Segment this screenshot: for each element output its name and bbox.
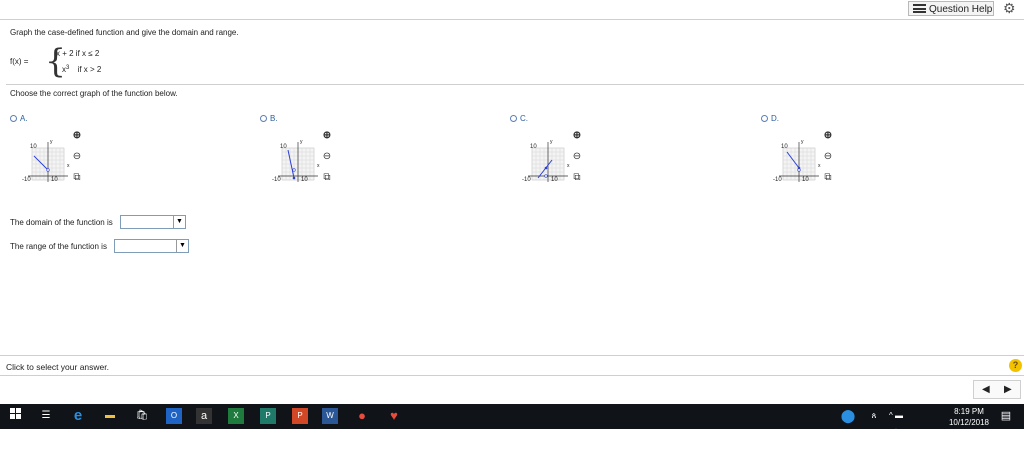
option-label: B.	[270, 114, 278, 123]
file-explorer-icon[interactable]: ▬	[102, 408, 118, 424]
question-divider	[6, 84, 1024, 85]
radio-icon[interactable]	[510, 115, 517, 122]
x-axis-left-label: -10	[773, 177, 782, 183]
header-divider	[0, 19, 1024, 20]
option-c-radio[interactable]: C.	[510, 114, 528, 123]
list-icon	[913, 4, 926, 13]
choose-instruction: Choose the correct graph of the function…	[10, 89, 178, 98]
x-axis-right-label: 10	[551, 177, 558, 183]
range-label: The range of the function is	[10, 242, 107, 251]
help-icon[interactable]: ?	[1009, 359, 1022, 372]
chrome-icon[interactable]: ●	[354, 408, 370, 424]
y-axis-tick-label: 10	[280, 144, 287, 150]
y-axis-label: y	[550, 139, 553, 145]
chevron-down-icon[interactable]: ▼	[176, 240, 188, 252]
action-center-icon[interactable]: ▤	[998, 408, 1014, 424]
option-a-radio[interactable]: A.	[10, 114, 28, 123]
powerpoint-icon[interactable]: P	[292, 408, 308, 424]
zoom-out-icon[interactable]: ⊖	[570, 150, 584, 164]
expand-icon[interactable]: ⧉	[570, 171, 584, 185]
zoom-out-icon[interactable]: ⊖	[821, 150, 835, 164]
top-bar: Question Help ⚙	[0, 0, 1024, 20]
footer-divider-bottom	[0, 375, 1024, 376]
status-text: Click to select your answer.	[6, 362, 109, 372]
zoom-in-icon[interactable]: ⊕	[320, 129, 334, 143]
previous-arrow-icon[interactable]: ◀	[982, 384, 990, 395]
edge-browser-icon[interactable]: e	[70, 408, 86, 424]
chevron-down-icon[interactable]: ▼	[173, 216, 185, 228]
y-axis-label: y	[801, 139, 804, 145]
notification-app-icon[interactable]: ⬤	[840, 408, 856, 424]
taskbar-time[interactable]: 8:19 PM	[946, 407, 992, 416]
domain-label: The domain of the function is	[10, 218, 113, 227]
y-axis-tick-label: 10	[530, 144, 537, 150]
radio-icon[interactable]	[761, 115, 768, 122]
footer-divider-top	[0, 355, 1024, 356]
task-view-icon[interactable]: ☰	[38, 408, 54, 424]
x-axis-left-label: -10	[22, 177, 31, 183]
excel-icon[interactable]: X	[228, 408, 244, 424]
range-select[interactable]: ▼	[114, 239, 189, 253]
next-arrow-icon[interactable]: ▶	[1004, 384, 1012, 395]
windows-taskbar: ☰ e ▬ 🛍 O a X P P W ● ♥ ⬤ ጰ ^ ▬ ◠ ◁) 8:1…	[0, 404, 1024, 452]
question-prompt: Graph the case-defined function and give…	[10, 28, 239, 37]
y-axis-tick-label: 10	[30, 144, 37, 150]
expand-icon[interactable]: ⧉	[821, 171, 835, 185]
x-axis-right-label: 10	[802, 177, 809, 183]
word-icon[interactable]: W	[322, 408, 338, 424]
x-axis-right-label: 10	[51, 177, 58, 183]
question-nav: ◀ ▶	[973, 380, 1021, 399]
option-label: C.	[520, 114, 528, 123]
radio-icon[interactable]	[10, 115, 17, 122]
question-help-button[interactable]: Question Help	[908, 1, 994, 16]
store-icon[interactable]: 🛍	[134, 408, 150, 424]
radio-icon[interactable]	[260, 115, 267, 122]
system-tray-icons[interactable]: ^ ▬ ◠ ◁)	[888, 408, 904, 452]
taskbar-date[interactable]: 10/12/2018	[946, 418, 992, 427]
maps-pin-icon[interactable]: ♥	[386, 408, 402, 424]
piece-2-condition: if x > 2	[77, 65, 102, 74]
amazon-icon[interactable]: a	[196, 408, 212, 424]
option-b-radio[interactable]: B.	[260, 114, 278, 123]
expand-icon[interactable]: ⧉	[70, 171, 84, 185]
question-help-label: Question Help	[929, 4, 993, 15]
domain-select[interactable]: ▼	[120, 215, 186, 229]
function-label: f(x) =	[10, 57, 29, 66]
windows-start-icon[interactable]	[8, 408, 24, 424]
y-axis-label: y	[300, 139, 303, 145]
zoom-in-icon[interactable]: ⊕	[70, 129, 84, 143]
zoom-out-icon[interactable]: ⊖	[70, 150, 84, 164]
x-axis-right-label: 10	[301, 177, 308, 183]
gear-icon[interactable]: ⚙	[1003, 1, 1016, 15]
piece-2: x3 if x > 2	[62, 65, 101, 74]
y-axis-tick-label: 10	[781, 144, 788, 150]
zoom-in-icon[interactable]: ⊕	[821, 129, 835, 143]
zoom-out-icon[interactable]: ⊖	[320, 150, 334, 164]
x-axis-left-label: -10	[522, 177, 531, 183]
expand-icon[interactable]: ⧉	[320, 171, 334, 185]
option-label: D.	[771, 114, 779, 123]
publisher-icon[interactable]: P	[260, 408, 276, 424]
x-axis-left-label: -10	[272, 177, 281, 183]
zoom-in-icon[interactable]: ⊕	[570, 129, 584, 143]
outlook-icon[interactable]: O	[166, 408, 182, 424]
piece-1: x + 2 if x ≤ 2	[56, 49, 100, 58]
option-label: A.	[20, 114, 28, 123]
y-axis-label: y	[50, 139, 53, 145]
piece-2-exponent: 3	[66, 65, 70, 71]
people-icon[interactable]: ጰ	[866, 408, 882, 424]
option-d-radio[interactable]: D.	[761, 114, 779, 123]
